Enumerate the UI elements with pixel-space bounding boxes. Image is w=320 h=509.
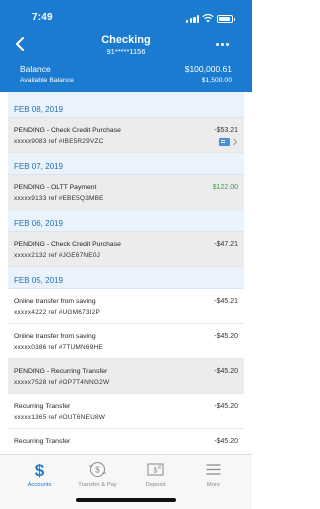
transfer-pay-icon: $ (89, 462, 106, 477)
balance-label: Balance (20, 64, 51, 74)
transaction-list[interactable]: FEB 08, 2019 PENDING - Check Credit Purc… (8, 92, 244, 454)
transaction-row[interactable]: Recurring Transfer xxxxx1365 ref #OUT6NE… (8, 394, 244, 429)
transaction-row[interactable]: PENDING - OLTT Payment xxxxx9133 ref #EB… (8, 175, 244, 210)
svg-text:$: $ (95, 466, 100, 475)
wifi-icon (202, 13, 214, 23)
transaction-amount: -$47.21 (214, 241, 238, 248)
date-header: FEB 06, 2019 (8, 210, 244, 232)
status-bar: 7:49 (0, 0, 252, 30)
date-header: FEB 08, 2019 (8, 96, 244, 118)
home-indicator (76, 498, 176, 502)
date-header: FEB 07, 2019 (8, 153, 244, 175)
deposit-check-icon: $ (147, 463, 164, 476)
transaction-amount: -$45.20 (214, 333, 238, 340)
transaction-ref: xxxxx9133 ref #EBE5Q3MBE (14, 195, 104, 202)
balance-summary: Balance $100,000.61 Available Balance $1… (0, 60, 252, 92)
tab-deposit[interactable]: $ Deposit (124, 455, 187, 495)
transaction-ref: xxxxx2132 ref #JGE67NE0J (14, 252, 101, 259)
transaction-row[interactable]: Recurring Transfer -$45.20 (8, 429, 244, 454)
transaction-amount: -$45.21 (214, 298, 238, 305)
transaction-row[interactable]: Online transfer from saving xxxxx4222 re… (8, 289, 244, 324)
transaction-ref: xxxxx4222 ref #UGM673I2P (14, 309, 101, 316)
svg-text:$: $ (154, 468, 158, 475)
transaction-row[interactable]: PENDING - Check Credit Purchase xxxxx908… (8, 118, 244, 153)
menu-lines-icon (206, 464, 221, 475)
transaction-title: PENDING - OLTT Payment (14, 184, 97, 191)
tab-label: More (206, 482, 221, 488)
check-image-icon[interactable] (219, 138, 230, 146)
phone-screen: 7:49 Checking 91*****1156 Balance $100,0… (0, 0, 252, 509)
more-options-icon[interactable] (214, 42, 230, 48)
dollar-icon: $ (35, 461, 45, 478)
nav-bar: Checking 91*****1156 (0, 30, 252, 60)
status-time: 7:49 (32, 12, 53, 23)
transaction-title: Online transfer from saving (14, 298, 96, 305)
transaction-row[interactable]: Online transfer from saving xxxxx0386 re… (8, 324, 244, 359)
tab-label: Accounts (27, 482, 52, 488)
transaction-title: Recurring Transfer (14, 403, 71, 410)
cellular-signal-icon (186, 15, 200, 23)
transaction-row[interactable]: PENDING - Recurring Transfer xxxxx7528 r… (8, 359, 244, 394)
transaction-row[interactable]: PENDING - Check Credit Purchase xxxxx213… (8, 232, 244, 267)
transaction-ref: xxxxx7528 ref #OP7T4NNG2W (14, 379, 110, 386)
transaction-amount: -$45.20 (214, 368, 238, 375)
balance-value: $100,000.61 (184, 64, 232, 74)
transaction-title: PENDING - Recurring Transfer (14, 368, 108, 375)
transaction-ref: xxxxx0386 ref #7TUMN69HE (14, 344, 103, 351)
chevron-right-icon (233, 138, 238, 146)
svg-text:$: $ (35, 461, 45, 478)
transaction-title: Recurring Transfer (14, 438, 71, 445)
tab-transfer-pay[interactable]: $ Transfer & Pay (66, 455, 129, 495)
transaction-amount: -$53.21 (214, 127, 238, 134)
transaction-ref: xxxxx1365 ref #OUT6NEU8W (14, 414, 106, 421)
transaction-ref: xxxxx9083 ref #IBE5R29VZC (14, 138, 104, 145)
date-header: FEB 05, 2019 (8, 267, 244, 289)
account-number: 91*****1156 (106, 47, 146, 56)
transaction-title: PENDING - Check Credit Purchase (14, 241, 121, 248)
transaction-amount: -$45.20 (214, 403, 238, 410)
tab-accounts[interactable]: $ Accounts (8, 455, 71, 495)
transaction-title: PENDING - Check Credit Purchase (14, 127, 121, 134)
battery-icon (217, 15, 235, 23)
tab-label: Transfer & Pay (78, 482, 117, 488)
transaction-amount: $122.00 (212, 184, 238, 191)
tab-more[interactable]: More (182, 455, 245, 495)
transaction-title: Online transfer from saving (14, 333, 96, 340)
transaction-amount: -$45.20 (214, 438, 238, 445)
tab-label: Deposit (145, 482, 166, 488)
available-balance-label: Available Balance (20, 77, 74, 84)
available-balance-value: $1,500.00 (201, 77, 232, 84)
